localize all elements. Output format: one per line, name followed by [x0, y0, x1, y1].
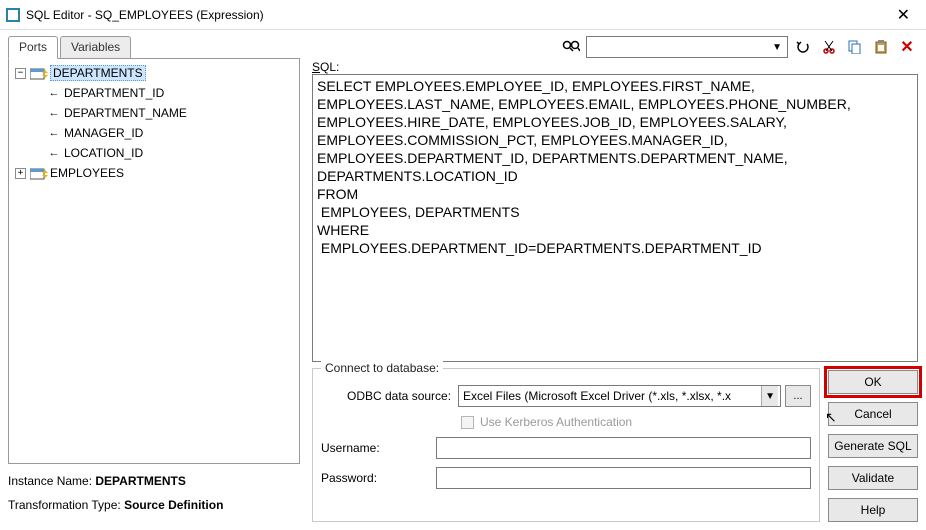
- instance-name-label: Instance Name:: [8, 474, 92, 488]
- window-title: SQL Editor - SQ_EMPLOYEES (Expression): [26, 8, 887, 22]
- tree-node-employees[interactable]: + EMPLOYEES: [11, 163, 297, 183]
- transformation-type-value: Source Definition: [124, 498, 223, 512]
- expand-icon[interactable]: +: [15, 168, 26, 179]
- undo-icon[interactable]: [792, 36, 814, 58]
- column-icon: ←: [47, 147, 61, 159]
- tree-label: DEPARTMENTS: [50, 65, 146, 81]
- tree-node-col[interactable]: ← DEPARTMENT_ID: [11, 83, 297, 103]
- paste-icon[interactable]: [870, 36, 892, 58]
- tree-label: LOCATION_ID: [64, 146, 143, 160]
- transformation-type-label: Transformation Type:: [8, 498, 121, 512]
- odbc-browse-button[interactable]: ...: [785, 385, 811, 407]
- find-combo[interactable]: ▼: [586, 36, 788, 58]
- cut-icon[interactable]: [818, 36, 840, 58]
- sql-textarea[interactable]: [312, 74, 918, 362]
- connect-to-database-group: Connect to database: ODBC data source: E…: [312, 368, 820, 522]
- tabs: Ports Variables: [8, 36, 300, 58]
- tree-node-col[interactable]: ← LOCATION_ID: [11, 143, 297, 163]
- source-table-icon: [30, 67, 46, 79]
- copy-icon[interactable]: [844, 36, 866, 58]
- tree-label: MANAGER_ID: [64, 126, 143, 140]
- tree-node-departments[interactable]: − DEPARTMENTS: [11, 63, 297, 83]
- column-icon: ←: [47, 107, 61, 119]
- kerberos-row: Use Kerberos Authentication: [321, 415, 811, 429]
- chevron-down-icon: ▼: [761, 386, 778, 406]
- tree-label: DEPARTMENT_ID: [64, 86, 164, 100]
- odbc-data-source-combo[interactable]: Excel Files (Microsoft Excel Driver (*.x…: [458, 385, 781, 407]
- help-button[interactable]: Help: [828, 498, 918, 522]
- column-icon: ←: [47, 127, 61, 139]
- collapse-icon[interactable]: −: [15, 68, 26, 79]
- username-input[interactable]: [436, 437, 811, 459]
- close-button[interactable]: ✕: [887, 5, 920, 25]
- mouse-cursor-icon: ↖: [825, 409, 837, 426]
- generate-sql-button[interactable]: Generate SQL: [828, 434, 918, 458]
- app-icon: [6, 8, 20, 22]
- kerberos-checkbox: [461, 416, 474, 429]
- find-icon[interactable]: [560, 36, 582, 58]
- title-bar: SQL Editor - SQ_EMPLOYEES (Expression) ✕: [0, 0, 926, 30]
- tree-label: EMPLOYEES: [50, 166, 124, 180]
- password-input[interactable]: [436, 467, 811, 489]
- tree-label: DEPARTMENT_NAME: [64, 106, 187, 120]
- validate-button[interactable]: Validate: [828, 466, 918, 490]
- ok-button[interactable]: OK: [828, 370, 918, 394]
- tree-node-col[interactable]: ← DEPARTMENT_NAME: [11, 103, 297, 123]
- tab-variables[interactable]: Variables: [60, 36, 131, 58]
- chevron-down-icon: ▼: [769, 42, 785, 53]
- toolbar: ▼ ✕: [312, 36, 918, 58]
- action-buttons: OK ↖ Cancel Generate SQL Validate Help: [828, 368, 918, 522]
- kerberos-label: Use Kerberos Authentication: [480, 415, 632, 429]
- tab-ports[interactable]: Ports: [8, 36, 58, 59]
- connect-legend: Connect to database:: [321, 361, 443, 375]
- delete-icon[interactable]: ✕: [896, 36, 918, 58]
- username-label: Username:: [321, 441, 436, 455]
- cancel-label: Cancel: [854, 407, 891, 421]
- right-panel: ▼ ✕ SQL: Connect to database: ODBC: [308, 30, 926, 530]
- left-panel: Ports Variables − DEPARTMENTS ← DEPARTME…: [0, 30, 308, 530]
- sql-label: SQL:: [312, 60, 918, 74]
- odbc-data-source-value: Excel Files (Microsoft Excel Driver (*.x…: [463, 389, 731, 403]
- password-label: Password:: [321, 471, 436, 485]
- ports-tree[interactable]: − DEPARTMENTS ← DEPARTMENT_ID ← DEPARTME…: [8, 58, 300, 464]
- column-icon: ←: [47, 87, 61, 99]
- instance-name-value: DEPARTMENTS: [95, 474, 185, 488]
- tree-node-col[interactable]: ← MANAGER_ID: [11, 123, 297, 143]
- source-table-icon: [30, 167, 46, 179]
- cancel-button[interactable]: ↖ Cancel: [828, 402, 918, 426]
- instance-info: Instance Name: DEPARTMENTS Transformatio…: [8, 474, 300, 522]
- odbc-label: ODBC data source:: [321, 389, 458, 403]
